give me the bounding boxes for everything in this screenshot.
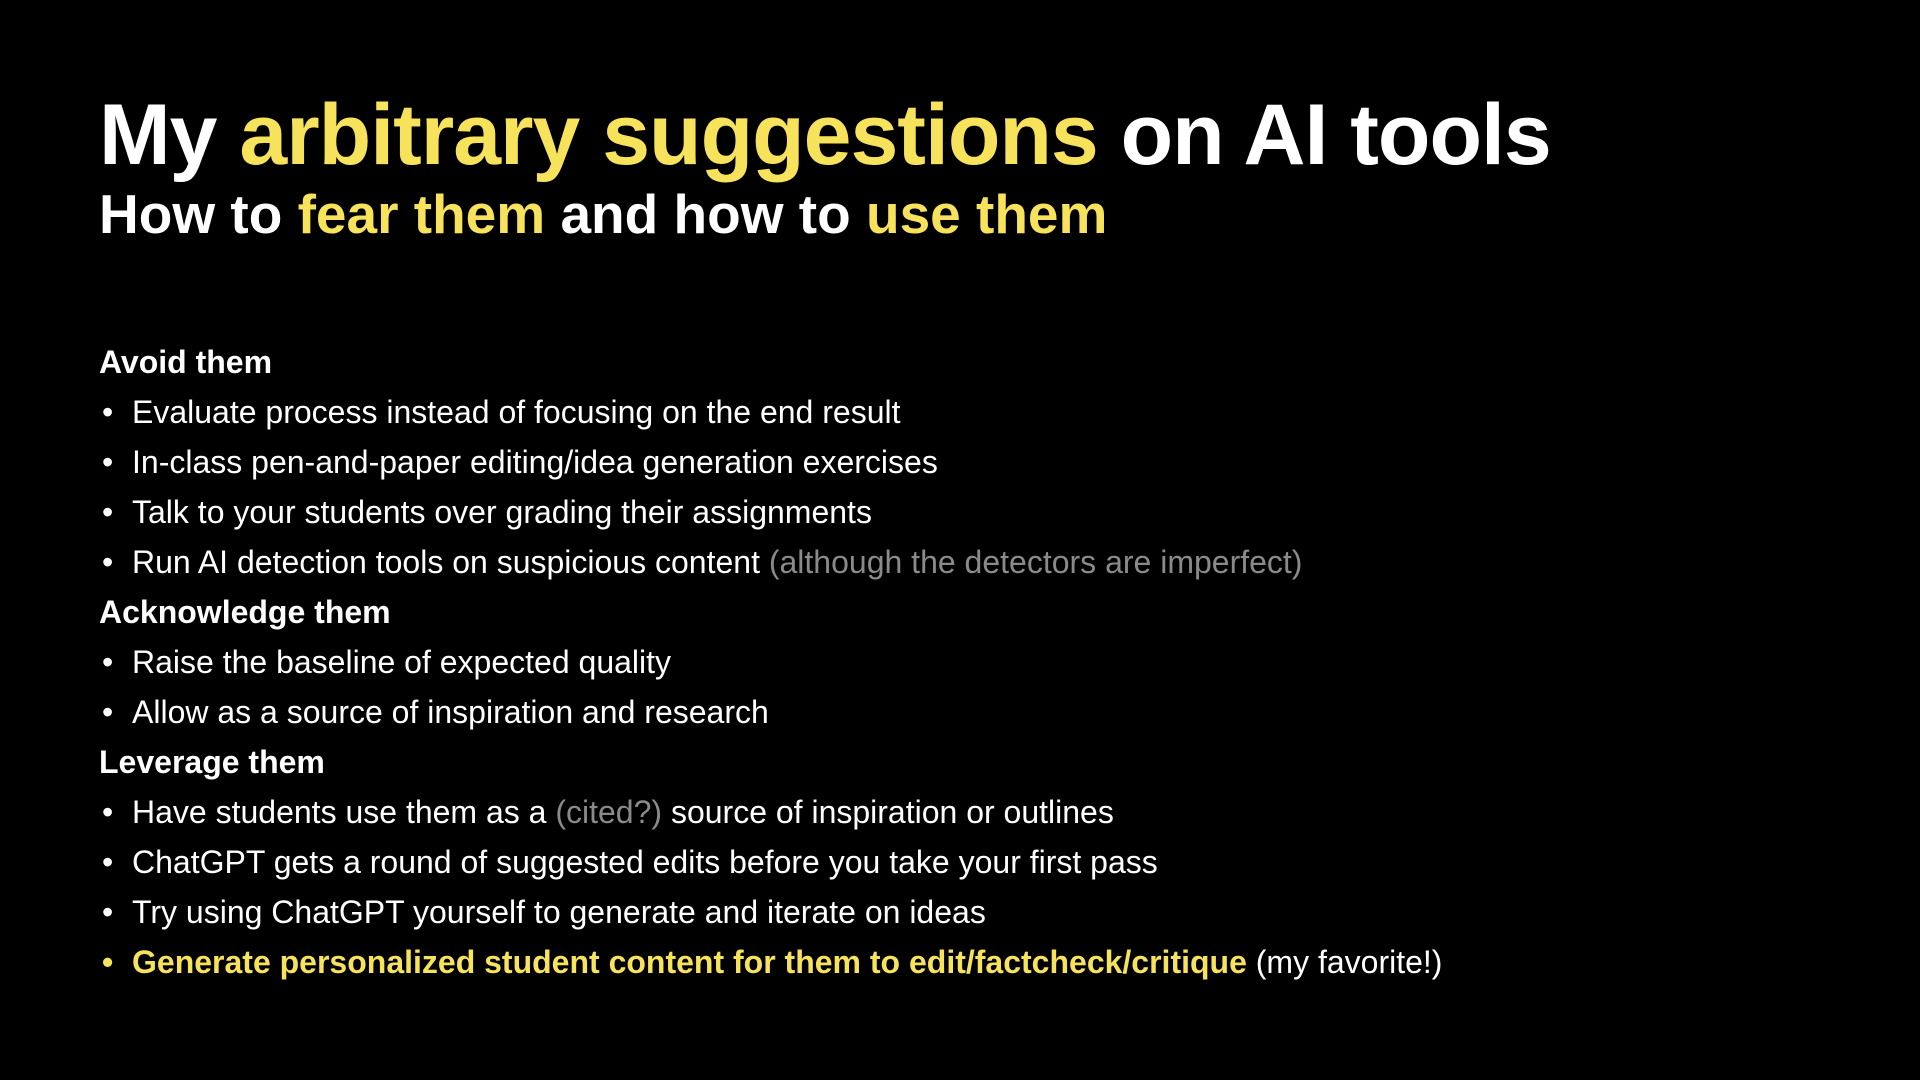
list-item-favorite: • Generate personalized student content f… xyxy=(99,937,1442,987)
list-item: • Try using ChatGPT yourself to generate … xyxy=(99,887,1442,937)
item-text: In-class pen-and-paper editing/idea gene… xyxy=(132,444,938,480)
item-text: Try using ChatGPT yourself to generate a… xyxy=(132,894,986,930)
subtitle-highlight: use them xyxy=(865,183,1108,245)
item-text: Have students use them as a xyxy=(132,794,556,830)
list-item: • Have students use them as a (cited?) so… xyxy=(99,787,1442,837)
item-text: ChatGPT gets a round of suggested edits … xyxy=(132,844,1158,880)
list-item: • Talk to your students over grading thei… xyxy=(99,487,1442,537)
list-item: • ChatGPT gets a round of suggested edits… xyxy=(99,837,1442,887)
list-item: • Raise the baseline of expected quality xyxy=(99,637,1442,687)
item-text: (my favorite!) xyxy=(1246,944,1443,980)
bullet-icon: • xyxy=(102,494,114,530)
section-heading: Acknowledge them xyxy=(99,594,391,630)
bullet-icon: • xyxy=(102,894,114,930)
title-highlight: arbitrary suggestions xyxy=(239,87,1098,183)
bullet-icon: • xyxy=(102,544,114,580)
subtitle-text: How to xyxy=(99,183,298,245)
section-heading: Leverage them xyxy=(99,744,325,780)
item-note: (although the detectors are imperfect) xyxy=(768,544,1303,580)
bullet-list: Avoid them • Evaluate process instead of … xyxy=(99,337,1442,987)
item-text: Raise the baseline of expected quality xyxy=(132,644,672,680)
item-text: Run AI detection tools on suspicious con… xyxy=(132,544,769,580)
item-note: (cited?) xyxy=(555,794,663,830)
slide-subtitle: How to fear them and how to use them xyxy=(99,182,1107,246)
list-item: • Allow as a source of inspiration and re… xyxy=(99,687,1442,737)
bullet-icon: • xyxy=(102,694,114,730)
section-heading: Avoid them xyxy=(99,344,273,380)
item-text-highlight: Generate personalized student content fo… xyxy=(132,944,1247,980)
bullet-icon: • xyxy=(102,844,114,880)
list-item: • In-class pen-and-paper editing/idea gen… xyxy=(99,437,1442,487)
bullet-icon: • xyxy=(102,644,114,680)
list-item: • Run AI detection tools on suspicious co… xyxy=(99,537,1442,587)
subtitle-text: and how to xyxy=(545,183,866,245)
item-text: Talk to your students over grading their… xyxy=(132,494,872,530)
bullet-icon: • xyxy=(102,794,114,830)
item-text: Allow as a source of inspiration and res… xyxy=(132,694,769,730)
item-text: source of inspiration or outlines xyxy=(662,794,1114,830)
bullet-icon: • xyxy=(102,394,114,430)
item-text: Evaluate process instead of focusing on … xyxy=(132,394,901,430)
subtitle-highlight: fear them xyxy=(297,183,546,245)
bullet-icon: • xyxy=(102,944,114,980)
title-text: on AI tools xyxy=(1097,87,1552,183)
bullet-icon: • xyxy=(102,444,114,480)
list-item: • Evaluate process instead of focusing on… xyxy=(99,387,1442,437)
slide-title: My arbitrary suggestions on AI tools xyxy=(99,86,1552,185)
title-text: My xyxy=(99,87,240,183)
